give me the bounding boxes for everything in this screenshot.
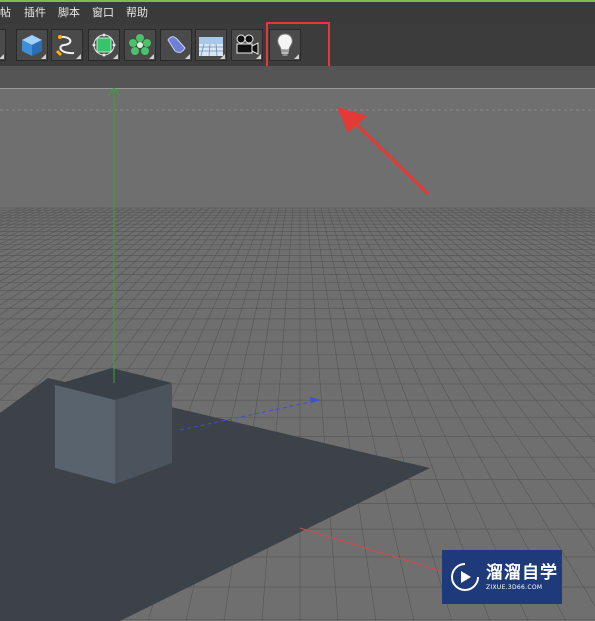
- submenu-indicator-icon: [41, 54, 46, 59]
- menu-item-window[interactable]: 窗口: [86, 2, 120, 24]
- submenu-indicator-icon: [149, 54, 154, 59]
- mograph-tool-button[interactable]: [124, 29, 156, 61]
- generator-tool-button[interactable]: [88, 29, 120, 61]
- menu-item-partial[interactable]: 帖: [0, 2, 18, 24]
- submenu-indicator-icon: [76, 54, 81, 59]
- deformer-tool-button[interactable]: [160, 29, 192, 61]
- menu-item-plugins[interactable]: 插件: [18, 2, 52, 24]
- play-logo-icon: [451, 563, 479, 591]
- submenu-indicator-icon: [0, 54, 4, 59]
- viewport-header-bar: [0, 66, 595, 88]
- menu-bar: 帖 插件 脚本 窗口 帮助: [0, 2, 595, 24]
- spline-tool-button[interactable]: [51, 29, 83, 61]
- submenu-indicator-icon: [113, 54, 118, 59]
- watermark-title: 溜溜自学: [486, 562, 558, 583]
- submenu-indicator-icon: [256, 54, 261, 59]
- partial-tool-button[interactable]: [0, 29, 6, 61]
- menu-item-script[interactable]: 脚本: [52, 2, 86, 24]
- viewport-3d[interactable]: [0, 88, 595, 621]
- cube-left-face: [55, 385, 115, 484]
- camera-tool-button[interactable]: [231, 29, 263, 61]
- submenu-indicator-icon: [220, 54, 225, 59]
- menu-item-help[interactable]: 帮助: [120, 2, 154, 24]
- watermark-subtitle: ZIXUE.3D66.COM: [486, 583, 543, 591]
- submenu-indicator-icon: [185, 54, 190, 59]
- watermark-badge: 溜溜自学 ZIXUE.3D66.COM: [442, 550, 562, 604]
- scene-tool-button[interactable]: [195, 29, 227, 61]
- cube-tool-button[interactable]: [16, 29, 48, 61]
